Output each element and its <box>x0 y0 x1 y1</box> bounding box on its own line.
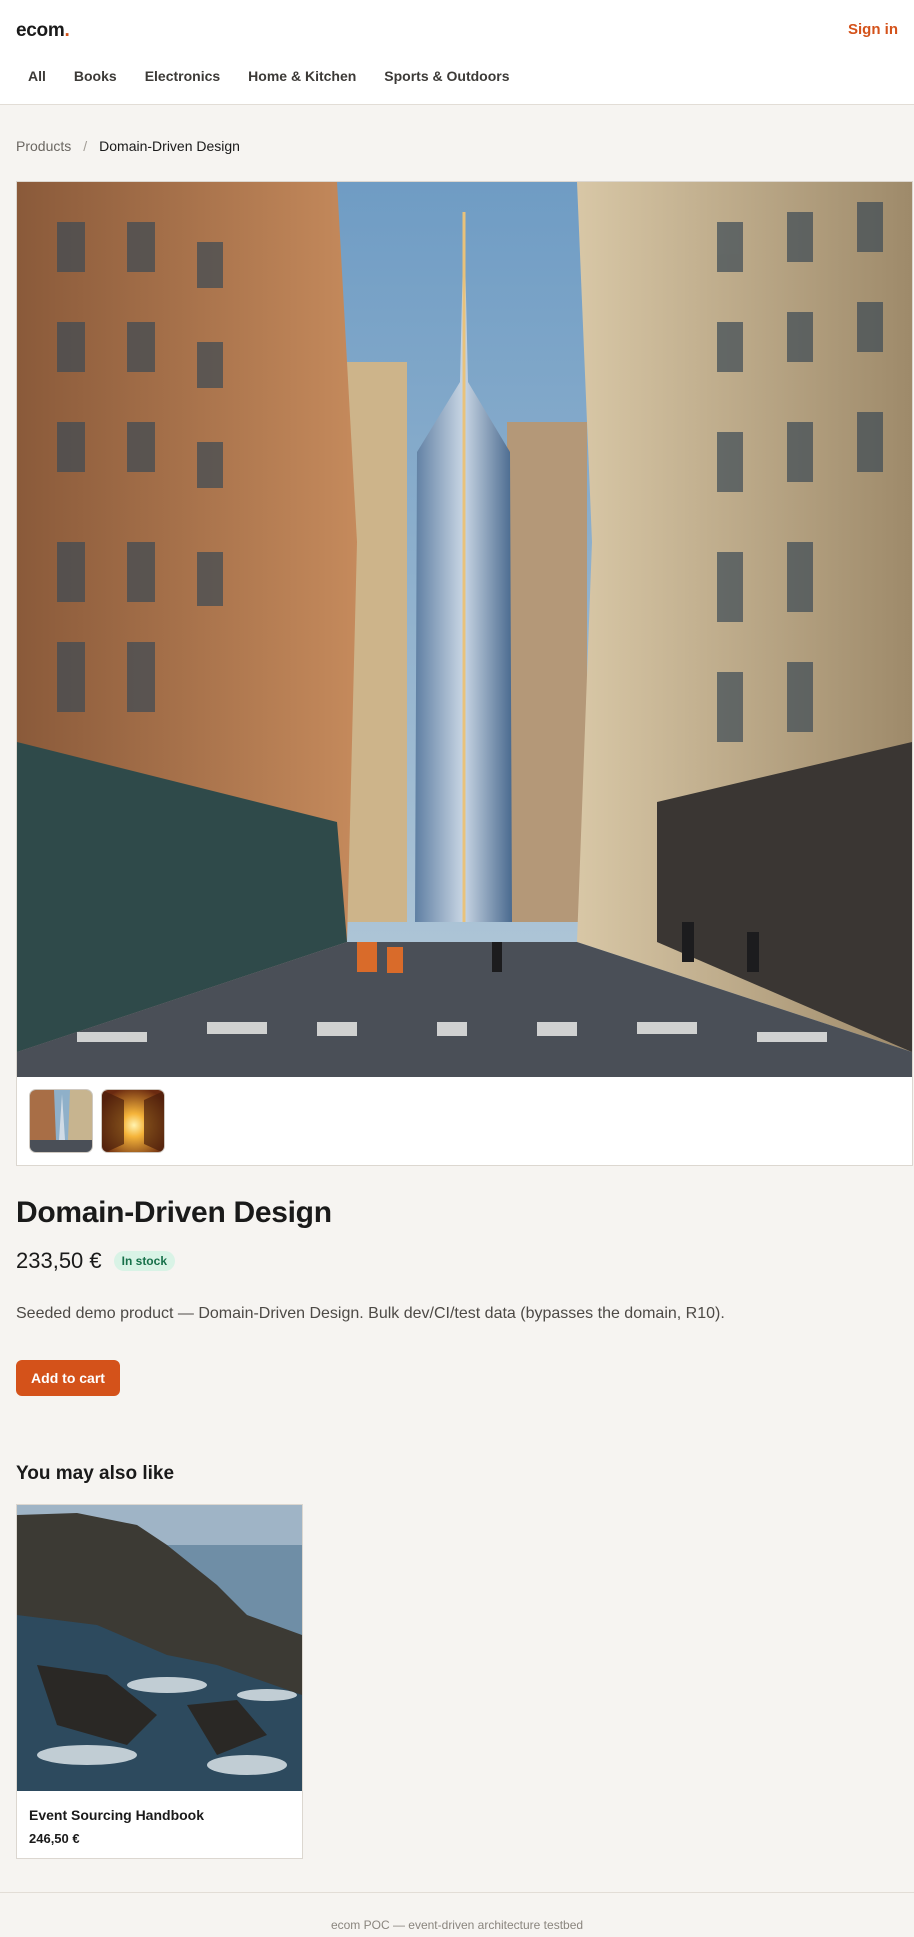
nav-books[interactable]: Books <box>60 66 131 86</box>
related-product-card[interactable]: Event Sourcing Handbook 246,50 € <box>16 1504 303 1859</box>
nav-sports-outdoors[interactable]: Sports & Outdoors <box>370 66 523 86</box>
breadcrumb: Products / Domain-Driven Design <box>16 138 240 154</box>
related-product-image <box>17 1505 302 1791</box>
add-to-cart-button[interactable]: Add to cart <box>16 1360 120 1396</box>
related-product-name[interactable]: Event Sourcing Handbook <box>29 1807 204 1823</box>
stock-badge: In stock <box>113 1251 175 1271</box>
nav-all[interactable]: All <box>14 66 60 86</box>
nav-electronics[interactable]: Electronics <box>131 66 234 86</box>
thumbnail-city-street[interactable] <box>29 1089 93 1153</box>
brand-logo[interactable]: ecom. <box>16 20 70 42</box>
site-header: ecom. Sign in All Books Electronics Home… <box>0 0 914 105</box>
product-gallery <box>16 181 913 1166</box>
product-description: Seeded demo product — Domain-Driven Desi… <box>16 1305 725 1322</box>
thumbnail-strip <box>29 1089 165 1153</box>
sign-in-link[interactable]: Sign in <box>848 21 898 38</box>
footer-text: ecom POC — event-driven architecture tes… <box>330 1918 584 1932</box>
breadcrumb-current: Domain-Driven Design <box>99 138 240 154</box>
product-title: Domain-Driven Design <box>16 1196 332 1229</box>
category-nav: All Books Electronics Home & Kitchen Spo… <box>14 66 524 86</box>
related-product-price: 246,50 € <box>29 1831 80 1846</box>
product-main-image <box>17 182 912 1077</box>
site-footer: ecom POC — event-driven architecture tes… <box>0 1892 914 1937</box>
product-price: 233,50 € <box>16 1248 102 1273</box>
nav-home-kitchen[interactable]: Home & Kitchen <box>234 66 370 86</box>
price-row: 233,50 € In stock <box>16 1248 175 1274</box>
thumbnail-sunset-street[interactable] <box>101 1089 165 1153</box>
breadcrumb-products[interactable]: Products <box>16 138 71 154</box>
breadcrumb-separator: / <box>83 138 88 154</box>
related-heading: You may also like <box>16 1463 175 1484</box>
